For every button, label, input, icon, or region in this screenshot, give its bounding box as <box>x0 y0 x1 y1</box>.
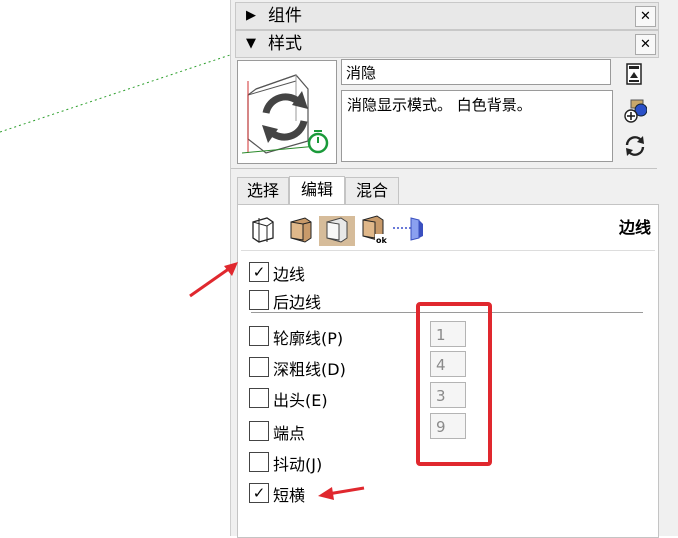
components-tray-header[interactable]: ▶ 组件 ✕ <box>235 2 659 30</box>
style-name-field[interactable]: 消隐 <box>341 59 611 85</box>
depth-cue-checkbox[interactable] <box>249 357 269 377</box>
face-settings-button[interactable] <box>283 210 319 246</box>
close-styles-button[interactable]: ✕ <box>635 34 656 55</box>
tab-edit[interactable]: 编辑 <box>289 176 345 205</box>
add-style-icon <box>624 99 648 123</box>
close-components-button[interactable]: ✕ <box>635 6 656 27</box>
refresh-button[interactable] <box>623 134 647 158</box>
edges-checkbox[interactable]: ✓ <box>249 262 269 282</box>
back-edges-label: 后边线 <box>273 293 322 312</box>
create-style-button[interactable] <box>623 98 648 123</box>
annotation-arrow-icon <box>189 262 238 298</box>
section-title: 边线 <box>619 218 652 237</box>
background-settings-button[interactable] <box>319 216 355 246</box>
back-edges-checkbox[interactable] <box>249 290 269 310</box>
edge-settings-button[interactable] <box>245 210 281 246</box>
extension-label: 出头(E) <box>273 391 328 410</box>
collapse-arrow-icon: ▼ <box>246 36 256 51</box>
modeling-settings-button[interactable] <box>391 210 427 246</box>
svg-text:ok: ok <box>376 236 387 245</box>
jitter-checkbox[interactable] <box>249 452 269 472</box>
endpoints-checkbox[interactable] <box>249 421 269 441</box>
divider <box>231 168 657 169</box>
modeling-icon <box>393 217 423 241</box>
extension-checkbox[interactable] <box>249 388 269 408</box>
update-style-button[interactable] <box>623 62 647 86</box>
divider <box>241 250 655 251</box>
refresh-icon <box>625 136 645 156</box>
expand-arrow-icon: ▶ <box>246 8 256 23</box>
style-thumbnail[interactable] <box>237 60 337 164</box>
update-style-icon <box>626 63 642 85</box>
styles-tray-header[interactable]: ▼ 样式 ✕ <box>235 30 659 58</box>
annotation-box <box>416 302 492 466</box>
dashes-label: 短横 <box>273 486 306 505</box>
tab-mix[interactable]: 混合 <box>345 177 399 204</box>
dashes-checkbox[interactable]: ✓ <box>249 483 269 503</box>
style-thumbnail-icon <box>241 74 329 154</box>
components-tray-title: 组件 <box>268 6 302 26</box>
style-description-field[interactable]: 消隐显示模式。 白色背景。 <box>341 90 613 162</box>
watermark-cube-icon: ok <box>362 215 387 245</box>
edges-label: 边线 <box>273 265 306 284</box>
profiles-checkbox[interactable] <box>249 326 269 346</box>
tab-select[interactable]: 选择 <box>237 177 289 204</box>
profiles-label: 轮廓线(P) <box>273 329 344 348</box>
annotation-arrow-icon <box>318 486 365 500</box>
shaded-cube-icon <box>290 217 312 243</box>
styles-tray-title: 样式 <box>268 34 302 54</box>
endpoints-label: 端点 <box>273 424 306 443</box>
wireframe-cube-icon <box>252 217 274 243</box>
background-cube-icon <box>326 217 348 243</box>
edit-category-toolbar: ok <box>243 210 653 246</box>
depth-cue-label: 深粗线(D) <box>273 360 346 379</box>
watermark-settings-button[interactable]: ok <box>355 210 391 246</box>
jitter-label: 抖动(J) <box>273 455 323 474</box>
